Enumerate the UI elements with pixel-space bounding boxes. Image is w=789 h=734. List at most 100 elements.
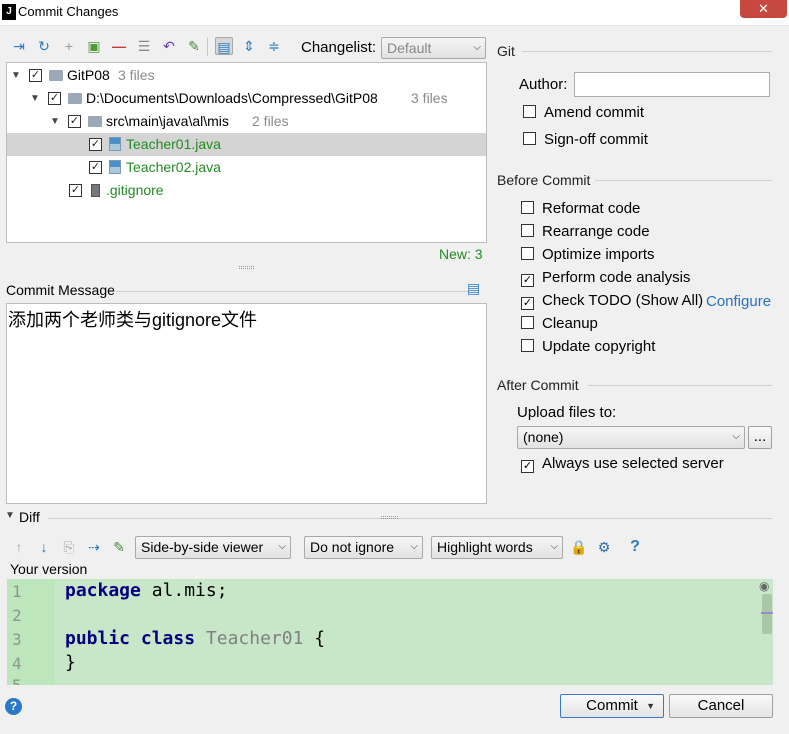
- checkbox[interactable]: [523, 132, 536, 145]
- checkbox[interactable]: ✓: [89, 161, 102, 174]
- gear-icon[interactable]: ⚙: [595, 538, 613, 556]
- update-copyright-checkbox[interactable]: Update copyright: [521, 338, 655, 355]
- checkbox-label: Amend commit: [544, 104, 645, 121]
- close-button[interactable]: ✕: [740, 0, 787, 18]
- browse-button[interactable]: ...: [748, 426, 772, 449]
- previous-diff-icon[interactable]: ↑: [10, 538, 28, 556]
- folder-icon: [49, 70, 63, 81]
- checkbox[interactable]: ✓: [29, 69, 42, 82]
- compare-icon[interactable]: ⇥: [10, 37, 28, 55]
- checkbox[interactable]: [523, 105, 536, 118]
- show-flat-icon[interactable]: ▤: [215, 37, 233, 55]
- lock-icon[interactable]: 🔒: [570, 538, 588, 556]
- divider: [595, 180, 772, 181]
- tree-row-file[interactable]: ✓ Teacher02.java: [7, 156, 486, 179]
- change-marker: [761, 612, 773, 614]
- whitespace-select[interactable]: Do not ignore ⌵: [304, 536, 423, 559]
- folder-icon: [88, 116, 102, 127]
- cancel-button[interactable]: Cancel: [669, 694, 773, 718]
- checkbox[interactable]: ✓: [89, 138, 102, 151]
- check-todo-checkbox[interactable]: ✓ Check TODO (Show All): [521, 292, 703, 310]
- commit-message-input[interactable]: 添加两个老师类与gitignore文件: [6, 303, 487, 504]
- changes-tree[interactable]: ▼ ✓ GitP08 3 files ▼ ✓ D:\Documents\Down…: [6, 62, 487, 243]
- keyword: package: [65, 580, 141, 601]
- jump-to-source-icon[interactable]: ⇢: [85, 538, 103, 556]
- eye-icon[interactable]: ◉: [759, 579, 769, 593]
- tree-row-project[interactable]: ▼ ✓ GitP08 3 files: [7, 64, 486, 87]
- edit-icon[interactable]: ✎: [185, 37, 203, 55]
- divider: [588, 385, 772, 386]
- checkbox[interactable]: [521, 224, 534, 237]
- amend-commit-checkbox[interactable]: Amend commit: [523, 104, 644, 121]
- scrollbar-thumb[interactable]: [762, 594, 772, 634]
- signoff-commit-checkbox[interactable]: Sign-off commit: [523, 131, 648, 148]
- tree-label: src\main\java\al\mis: [106, 113, 229, 129]
- tree-row-file[interactable]: ✓ .gitignore: [7, 179, 486, 202]
- checkbox[interactable]: ✓: [48, 92, 61, 105]
- checkbox[interactable]: [521, 201, 534, 214]
- tree-row-package[interactable]: ▼ ✓ src\main\java\al\mis 2 files: [7, 110, 486, 133]
- checkbox[interactable]: [521, 339, 534, 352]
- perform-code-analysis-checkbox[interactable]: ✓ Perform code analysis: [521, 269, 690, 287]
- changelist-select[interactable]: Default ⌵: [381, 37, 486, 59]
- history-icon[interactable]: ▤: [467, 280, 480, 297]
- window-title: Commit Changes: [18, 4, 119, 19]
- checkbox[interactable]: ✓: [521, 460, 534, 473]
- reformat-code-checkbox[interactable]: Reformat code: [521, 200, 640, 217]
- checkbox[interactable]: ✓: [69, 184, 82, 197]
- splitter-handle[interactable]: [239, 266, 254, 269]
- line-number: 1: [12, 582, 22, 601]
- help-button[interactable]: ?: [5, 698, 22, 715]
- always-use-server-checkbox[interactable]: ✓ Always use selected server: [521, 455, 724, 473]
- remove-icon[interactable]: —: [110, 37, 128, 55]
- new-count: New: 3: [439, 246, 483, 262]
- chevron-down-icon[interactable]: ▼: [646, 695, 655, 717]
- chevron-down-icon: ⌵: [278, 541, 286, 552]
- checkbox[interactable]: [521, 316, 534, 329]
- checkbox-label: Rearrange code: [542, 223, 650, 240]
- checkbox[interactable]: ✓: [521, 297, 534, 310]
- upload-server-select[interactable]: (none) ⌵: [517, 426, 745, 449]
- code-line-1: package al.mis;: [65, 580, 228, 601]
- collapse-diff-icon[interactable]: ▼: [5, 510, 15, 521]
- toolbar-separator: [207, 38, 208, 56]
- viewer-select[interactable]: Side-by-side viewer ⌵: [135, 536, 291, 559]
- changelist-value: Default: [387, 40, 432, 56]
- configure-link[interactable]: Configure: [706, 293, 771, 310]
- divider: [522, 51, 772, 52]
- chevron-down-icon: ⌵: [550, 541, 558, 552]
- expand-all-icon[interactable]: ⇕: [240, 37, 258, 55]
- expand-diff-icon[interactable]: ☰: [135, 37, 153, 55]
- refresh-icon[interactable]: ↻: [35, 37, 53, 55]
- prev-file-icon[interactable]: ⎘: [60, 538, 78, 556]
- add-icon[interactable]: +: [60, 37, 78, 55]
- collapse-all-icon[interactable]: ≑: [265, 37, 283, 55]
- optimize-imports-checkbox[interactable]: Optimize imports: [521, 246, 655, 263]
- chevron-down-icon[interactable]: ▼: [11, 64, 21, 87]
- rearrange-code-checkbox[interactable]: Rearrange code: [521, 223, 650, 240]
- checkbox[interactable]: ✓: [68, 115, 81, 128]
- cleanup-checkbox[interactable]: Cleanup: [521, 315, 598, 332]
- author-input[interactable]: [574, 72, 770, 97]
- diff-title: Diff: [19, 509, 40, 525]
- keyword: public: [65, 628, 131, 649]
- help-icon[interactable]: ?: [626, 538, 644, 556]
- revert-icon[interactable]: ↶: [160, 37, 178, 55]
- next-diff-icon[interactable]: ↓: [35, 538, 53, 556]
- splitter-handle[interactable]: [381, 516, 398, 519]
- chevron-down-icon[interactable]: ▼: [30, 87, 40, 110]
- checkbox[interactable]: [521, 247, 534, 260]
- tree-row-path[interactable]: ▼ ✓ D:\Documents\Downloads\Compressed\Gi…: [7, 87, 486, 110]
- java-file-icon: [109, 160, 121, 174]
- highlight-select[interactable]: Highlight words ⌵: [431, 536, 563, 559]
- edit-source-icon[interactable]: ✎: [110, 538, 128, 556]
- line-number: 2: [12, 606, 22, 625]
- tree-label: GitP08: [67, 67, 110, 83]
- checkbox[interactable]: ✓: [521, 274, 534, 287]
- tree-row-file[interactable]: ✓ Teacher01.java: [7, 133, 486, 156]
- highlight-value: Highlight words: [437, 539, 533, 555]
- group-icon[interactable]: ▣: [85, 37, 103, 55]
- checkbox-label: Optimize imports: [542, 246, 655, 263]
- commit-button[interactable]: Commit ▼: [560, 694, 664, 718]
- chevron-down-icon[interactable]: ▼: [50, 110, 60, 133]
